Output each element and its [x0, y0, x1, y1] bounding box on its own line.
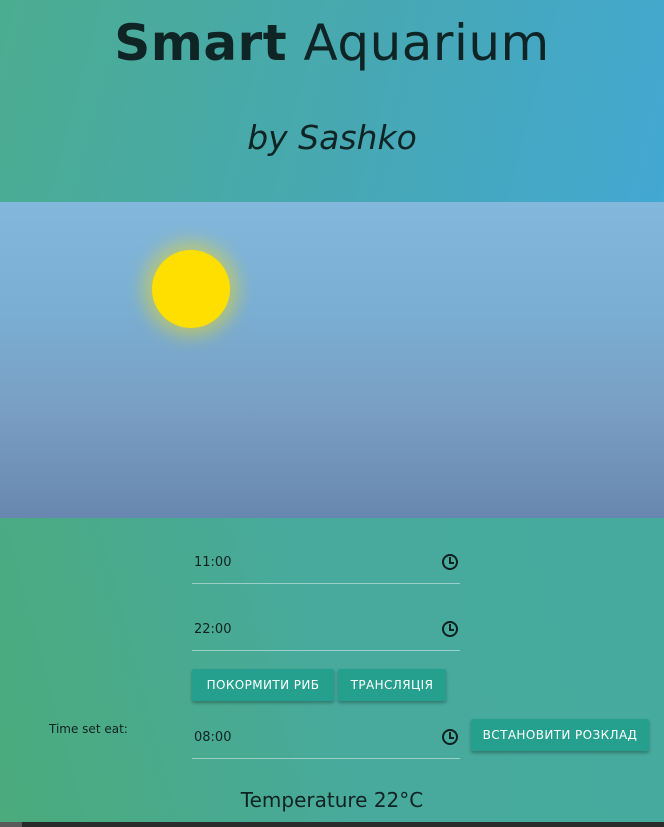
clock-icon[interactable]	[442, 621, 458, 637]
horizontal-scrollbar[interactable]	[0, 822, 664, 827]
aquarium-scene	[0, 202, 664, 518]
page-subtitle: by Sashko	[247, 118, 417, 157]
time-picker-1[interactable]: 11:00	[192, 526, 460, 584]
clock-icon[interactable]	[442, 729, 458, 745]
eat-time-picker[interactable]: 08:00	[192, 701, 460, 759]
clock-icon[interactable]	[442, 554, 458, 570]
eat-time-label: Time set eat:	[49, 722, 128, 736]
time-value-1: 11:00	[194, 555, 232, 570]
sun-icon	[152, 250, 230, 328]
time-picker-2[interactable]: 22:00	[192, 593, 460, 651]
temperature-readout: Temperature 22°C	[240, 788, 424, 812]
header: Smart Aquarium by Sashko	[0, 0, 664, 202]
set-schedule-button[interactable]: ВСТАНОВИТИ РОЗКЛАД	[471, 719, 649, 751]
page-title: Smart Aquarium	[0, 14, 664, 72]
feed-fish-button[interactable]: ПОКОРМИТИ РИБ	[192, 669, 334, 701]
control-panel: 11:00 22:00 ПОКОРМИТИ РИБ ТРАНСЛЯЦІЯ Tim…	[0, 518, 664, 822]
stream-button[interactable]: ТРАНСЛЯЦІЯ	[338, 669, 446, 701]
eat-time-value: 08:00	[194, 730, 232, 745]
title-light: Aquarium	[303, 14, 550, 72]
time-value-2: 22:00	[194, 622, 232, 637]
title-bold: Smart	[114, 14, 288, 72]
scrollbar-thumb[interactable]	[0, 822, 22, 827]
